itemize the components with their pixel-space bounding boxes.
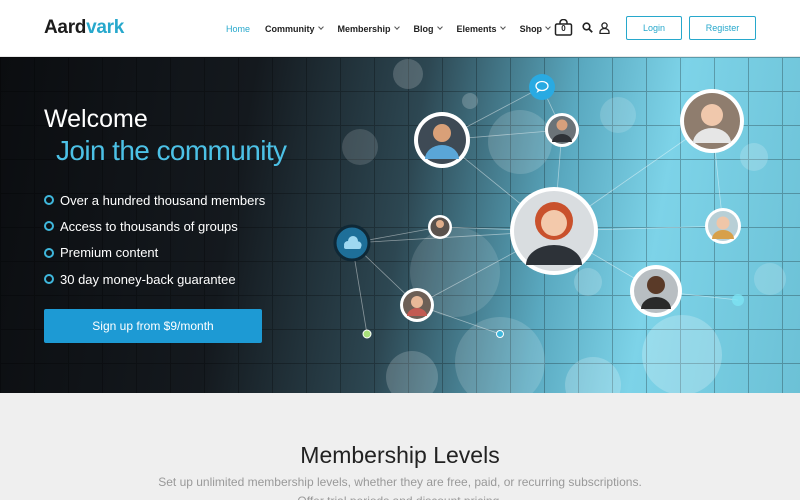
nav-item-membership[interactable]: Membership [337, 23, 400, 34]
register-button[interactable]: Register [689, 16, 756, 40]
avatar [400, 288, 434, 322]
avatar [545, 113, 579, 147]
avatar [510, 187, 598, 275]
feature-list: Over a hundred thousand members Access t… [44, 187, 265, 292]
nav-label: Elements [456, 23, 497, 34]
nav-item-home[interactable]: Home [226, 24, 250, 34]
hero-subtitle: Join the community [56, 135, 287, 166]
signup-button[interactable]: Sign up from $9/month [44, 309, 262, 343]
description-line: Offer trial periods and discount pricing… [0, 492, 800, 500]
nav-item-blog[interactable]: Blog [413, 23, 443, 34]
list-item: 30 day money-back guarantee [44, 266, 265, 292]
main-nav: Home Community Membership Blog Elements … [226, 0, 565, 57]
nav-label: Home [226, 23, 251, 34]
cart-icon[interactable]: 0 [554, 18, 573, 36]
feature-text: 30 day money-back guarantee [60, 271, 236, 287]
chevron-down-icon [317, 24, 324, 30]
chat-bubble-icon [529, 74, 555, 100]
site-header: Aardvark Home Community Membership Blog … [0, 0, 800, 57]
cart-count: 0 [561, 24, 566, 33]
feature-text: Access to thousands of groups [60, 218, 238, 234]
avatar [680, 89, 744, 153]
circle-bullet-icon [44, 221, 54, 232]
avatar [630, 265, 682, 317]
brand-logo[interactable]: Aardvark [44, 17, 124, 39]
avatar [705, 208, 741, 244]
membership-section: Membership Levels Set up unlimited membe… [0, 393, 800, 500]
login-button[interactable]: Login [626, 16, 682, 40]
network-node [732, 294, 744, 306]
list-item: Over a hundred thousand members [44, 187, 265, 213]
network-node [496, 330, 504, 338]
nav-label: Blog [413, 23, 434, 34]
list-item: Premium content [44, 240, 265, 266]
circle-bullet-icon [44, 274, 54, 285]
cloud-icon [333, 224, 371, 262]
nav-item-community[interactable]: Community [265, 23, 324, 34]
logo-part-blue: vark [86, 17, 124, 38]
section-title: Membership Levels [300, 442, 500, 468]
hero-banner: Welcome Join the community Over a hundre… [0, 57, 800, 393]
circle-bullet-icon [44, 247, 54, 258]
list-item: Access to thousands of groups [44, 213, 265, 239]
hero-title: Welcome [44, 105, 148, 133]
chevron-down-icon [499, 24, 506, 30]
user-icon[interactable] [599, 22, 610, 34]
nav-item-shop[interactable]: Shop [520, 24, 551, 34]
chevron-down-icon [545, 24, 551, 30]
feature-text: Premium content [60, 245, 159, 261]
logo-part-dark: Aard [44, 17, 87, 38]
description-line: Set up unlimited membership levels, whet… [158, 475, 642, 489]
section-description: Set up unlimited membership levels, whet… [0, 473, 800, 500]
nav-label: Shop [519, 23, 543, 34]
feature-text: Over a hundred thousand members [60, 192, 266, 208]
avatar [414, 112, 470, 168]
nav-label: Membership [337, 23, 391, 34]
nav-item-elements[interactable]: Elements [456, 23, 506, 34]
network-node [362, 329, 372, 339]
search-icon[interactable] [582, 22, 593, 33]
avatar [428, 215, 452, 239]
chevron-down-icon [393, 24, 400, 30]
circle-bullet-icon [44, 195, 54, 206]
nav-label: Community [265, 23, 315, 34]
chevron-down-icon [436, 24, 443, 30]
